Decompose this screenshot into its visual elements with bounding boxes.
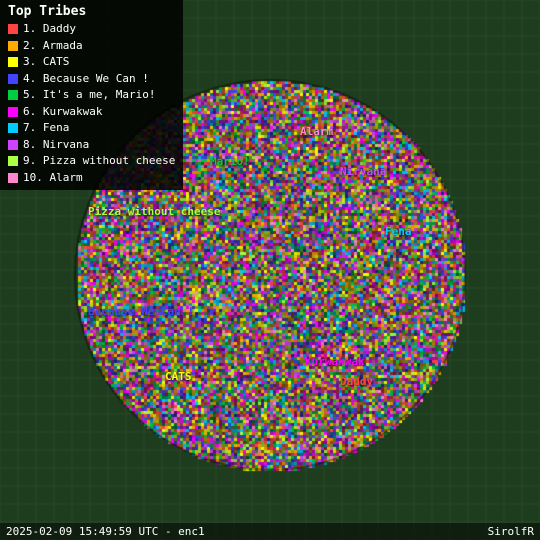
legend-item-7: 7. Fena [8, 120, 175, 137]
legend-color-6 [8, 107, 18, 117]
legend-item-10: 10. Alarm [8, 170, 175, 187]
legend-color-8 [8, 140, 18, 150]
legend-item-1: 1. Daddy [8, 21, 175, 38]
legend-color-1 [8, 24, 18, 34]
legend-rank-8: 8. Nirvana [23, 137, 89, 154]
legend-color-7 [8, 123, 18, 133]
legend-item-6: 6. Kurwakwak [8, 104, 175, 121]
timestamp: 2025-02-09 15:49:59 UTC - enc1 [6, 525, 205, 538]
author: SirolfR [488, 525, 534, 538]
legend-item-3: 3. CATS [8, 54, 175, 71]
legend-rank-7: 7. Fena [23, 120, 69, 137]
legend-rank-3: 3. CATS [23, 54, 69, 71]
legend-item-8: 8. Nirvana [8, 137, 175, 154]
legend-color-2 [8, 41, 18, 51]
legend-color-5 [8, 90, 18, 100]
legend-rank-1: 1. Daddy [23, 21, 76, 38]
legend-rank-2: 2. Armada [23, 38, 83, 55]
legend-rank-10: 10. Alarm [23, 170, 83, 187]
legend-item-2: 2. Armada [8, 38, 175, 55]
legend-rank-9: 9. Pizza without cheese [23, 153, 175, 170]
legend-item-5: 5. It's a me, Mario! [8, 87, 175, 104]
legend-rank-5: 5. It's a me, Mario! [23, 87, 155, 104]
legend-title: Top Tribes [8, 4, 175, 19]
legend-color-9 [8, 156, 18, 166]
legend-item-4: 4. Because We Can ! [8, 71, 175, 88]
legend-rank-6: 6. Kurwakwak [23, 104, 102, 121]
legend-item-9: 9. Pizza without cheese [8, 153, 175, 170]
legend-color-4 [8, 74, 18, 84]
legend-items: 1. Daddy 2. Armada 3. CATS 4. Because We… [8, 21, 175, 186]
bottom-bar: 2025-02-09 15:49:59 UTC - enc1 SirolfR [0, 523, 540, 540]
legend-color-10 [8, 173, 18, 183]
legend-color-3 [8, 57, 18, 67]
legend: Top Tribes 1. Daddy 2. Armada 3. CATS 4.… [0, 0, 183, 190]
legend-rank-4: 4. Because We Can ! [23, 71, 149, 88]
